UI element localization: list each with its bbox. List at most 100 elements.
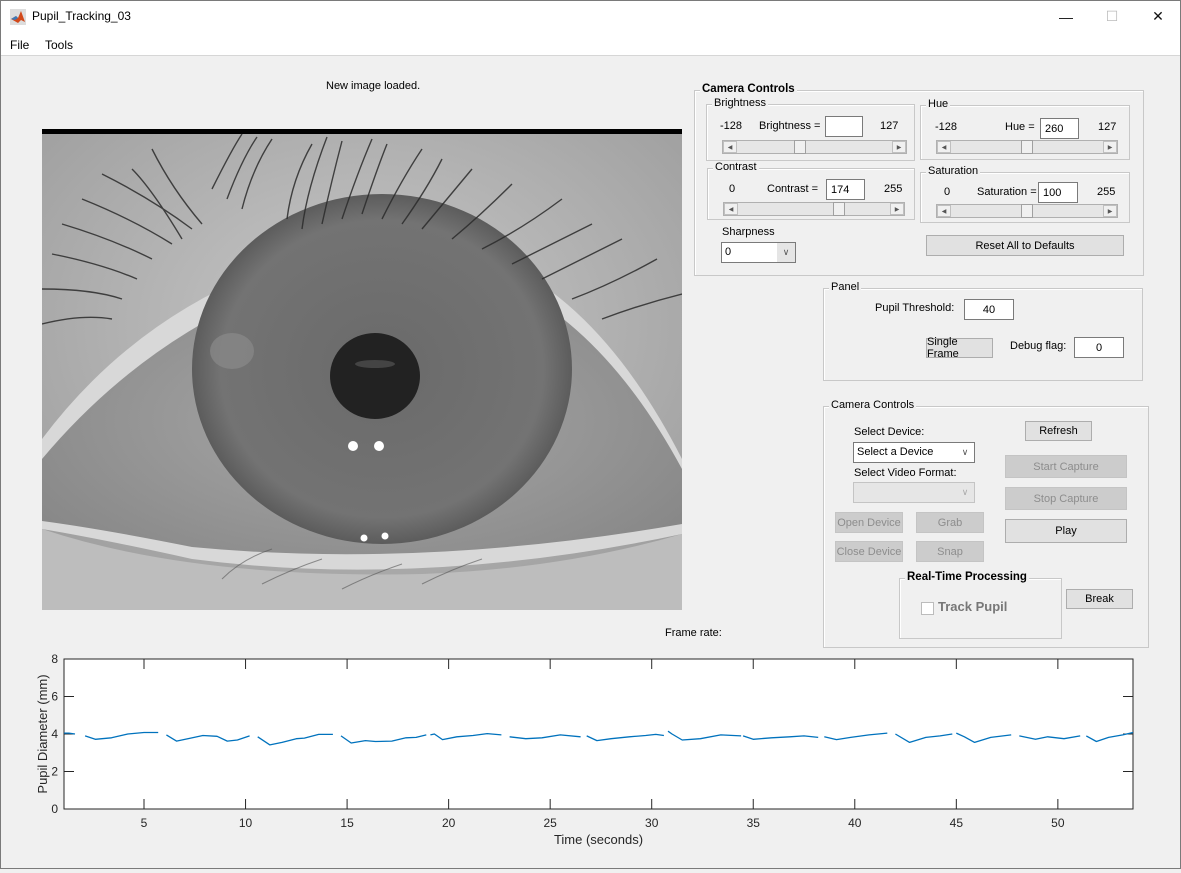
saturation-slider-thumb[interactable]: [1021, 204, 1033, 218]
contrast-title: Contrast: [713, 161, 759, 173]
sharpness-value: 0: [725, 246, 732, 258]
frame-rate-label: Frame rate:: [665, 627, 722, 639]
track-pupil-checkbox[interactable]: [921, 602, 934, 615]
hue-title: Hue: [926, 98, 951, 110]
camera-controls-group: Camera Controls Brightness -128 Brightne…: [694, 83, 1144, 276]
contrast-group: Contrast 0 Contrast = 255 ◀ ▶: [707, 161, 915, 220]
brightness-title: Brightness: [712, 97, 768, 109]
x-tick-label: 35: [747, 816, 761, 830]
play-button[interactable]: Play: [1005, 519, 1127, 543]
sharpness-select[interactable]: 0 ∨: [721, 242, 796, 263]
x-tick-label: 50: [1051, 816, 1065, 830]
brightness-min: -128: [720, 120, 743, 132]
refresh-button[interactable]: Refresh: [1025, 421, 1092, 441]
slider-right-arrow-icon[interactable]: ▶: [890, 203, 904, 215]
select-device-dropdown[interactable]: Select a Device ∨: [853, 442, 975, 463]
select-device-label: Select Device:: [854, 426, 925, 438]
slider-right-arrow-icon[interactable]: ▶: [1103, 141, 1117, 153]
hue-slider-thumb[interactable]: [1021, 140, 1033, 154]
track-pupil-label: Track Pupil: [938, 599, 1008, 614]
brightness-slider[interactable]: ◀ ▶: [722, 140, 907, 154]
x-tick-label: 10: [239, 816, 253, 830]
stop-capture-button[interactable]: Stop Capture: [1005, 487, 1127, 510]
camera-controls-title: Camera Controls: [700, 83, 797, 95]
saturation-group: Saturation 0 Saturation = 255 ◀ ▶: [920, 165, 1130, 223]
panel-title: Panel: [829, 281, 862, 293]
open-device-button[interactable]: Open Device: [835, 512, 903, 533]
slider-right-arrow-icon[interactable]: ▶: [892, 141, 906, 153]
y-axis-label: Pupil Diameter (mm): [35, 674, 50, 793]
x-tick-label: 40: [848, 816, 862, 830]
app-window: Pupil_Tracking_03 — ☐ ✕ File Tools New i…: [0, 0, 1181, 869]
contrast-input[interactable]: [826, 179, 865, 200]
menu-file[interactable]: File: [10, 38, 29, 52]
brightness-group: Brightness -128 Brightness = 127 ◀ ▶: [706, 97, 915, 161]
slider-left-arrow-icon[interactable]: ◀: [937, 205, 951, 217]
select-video-format-dropdown[interactable]: ∨: [853, 482, 975, 503]
camera-image: [42, 129, 682, 610]
minimize-button[interactable]: —: [1043, 1, 1089, 32]
grab-button[interactable]: Grab: [916, 512, 984, 533]
chevron-down-icon: ∨: [956, 443, 974, 462]
slider-left-arrow-icon[interactable]: ◀: [724, 203, 738, 215]
close-device-button[interactable]: Close Device: [835, 541, 903, 562]
chart-svg: 5 10 15 20 25 30 35 40 45 50 0 2 4 6 8 Time (seconds) Pu…: [35, 652, 1134, 847]
select-video-format-label: Select Video Format:: [854, 467, 957, 479]
device-controls-group: Camera Controls Select Device: Select a …: [823, 399, 1149, 648]
x-tick-label: 20: [442, 816, 456, 830]
pupil-diameter-chart: 5 10 15 20 25 30 35 40 45 50 0 2 4 6 8 Time (seconds) Pu…: [1, 641, 1181, 870]
brightness-slider-thumb[interactable]: [794, 140, 807, 154]
brightness-max: 127: [880, 120, 899, 132]
window-title: Pupil_Tracking_03: [32, 9, 131, 23]
x-tick-label: 5: [141, 816, 148, 830]
sharpness-label: Sharpness: [722, 226, 775, 238]
slider-left-arrow-icon[interactable]: ◀: [937, 141, 951, 153]
reset-defaults-button[interactable]: Reset All to Defaults: [926, 235, 1124, 256]
matlab-logo-icon: [10, 9, 26, 25]
hue-input[interactable]: [1040, 118, 1079, 139]
pupil-threshold-input[interactable]: [964, 299, 1014, 320]
y-tick-label: 2: [51, 765, 58, 779]
chevron-down-icon: ∨: [956, 483, 974, 502]
saturation-max: 255: [1097, 186, 1116, 198]
slider-left-arrow-icon[interactable]: ◀: [723, 141, 737, 153]
minimize-icon: —: [1059, 8, 1073, 25]
snap-button[interactable]: Snap: [916, 541, 984, 562]
select-device-value: Select a Device: [857, 446, 934, 458]
brightness-input[interactable]: [825, 116, 863, 137]
start-capture-button[interactable]: Start Capture: [1005, 455, 1127, 478]
maximize-button[interactable]: ☐: [1089, 1, 1135, 32]
device-controls-title: Camera Controls: [829, 399, 917, 411]
x-tick-label: 25: [543, 816, 557, 830]
hue-slider[interactable]: ◀ ▶: [936, 140, 1118, 154]
title-bar: Pupil_Tracking_03 — ☐ ✕: [1, 1, 1180, 32]
hue-min: -128: [935, 121, 958, 133]
close-icon: ✕: [1152, 8, 1164, 24]
x-tick-label: 15: [340, 816, 354, 830]
chevron-down-icon: ∨: [777, 243, 795, 262]
saturation-title: Saturation: [926, 165, 981, 177]
contrast-label: Contrast =: [767, 183, 819, 195]
debug-flag-input[interactable]: [1074, 337, 1124, 358]
maximize-icon: ☐: [1105, 8, 1119, 24]
close-button[interactable]: ✕: [1135, 1, 1181, 32]
brightness-label: Brightness =: [759, 120, 821, 132]
hue-max: 127: [1098, 121, 1117, 133]
menu-tools[interactable]: Tools: [45, 38, 73, 52]
break-button[interactable]: Break: [1066, 589, 1133, 609]
y-tick-label: 0: [51, 802, 58, 816]
hue-label: Hue =: [1005, 121, 1035, 133]
single-frame-button[interactable]: Single Frame: [926, 336, 993, 360]
plot-area: [63, 658, 1134, 810]
realtime-processing-title: Real-Time Processing: [905, 571, 1029, 583]
saturation-input[interactable]: [1038, 182, 1078, 203]
contrast-max: 255: [884, 183, 903, 195]
contrast-slider-thumb[interactable]: [833, 202, 846, 216]
saturation-label: Saturation =: [977, 186, 1037, 198]
contrast-slider[interactable]: ◀ ▶: [723, 202, 905, 216]
saturation-min: 0: [944, 186, 951, 198]
realtime-processing-group: Real-Time Processing Track Pupil: [899, 571, 1062, 639]
x-tick-label: 30: [645, 816, 659, 830]
saturation-slider[interactable]: ◀ ▶: [936, 204, 1118, 218]
slider-right-arrow-icon[interactable]: ▶: [1103, 205, 1117, 217]
